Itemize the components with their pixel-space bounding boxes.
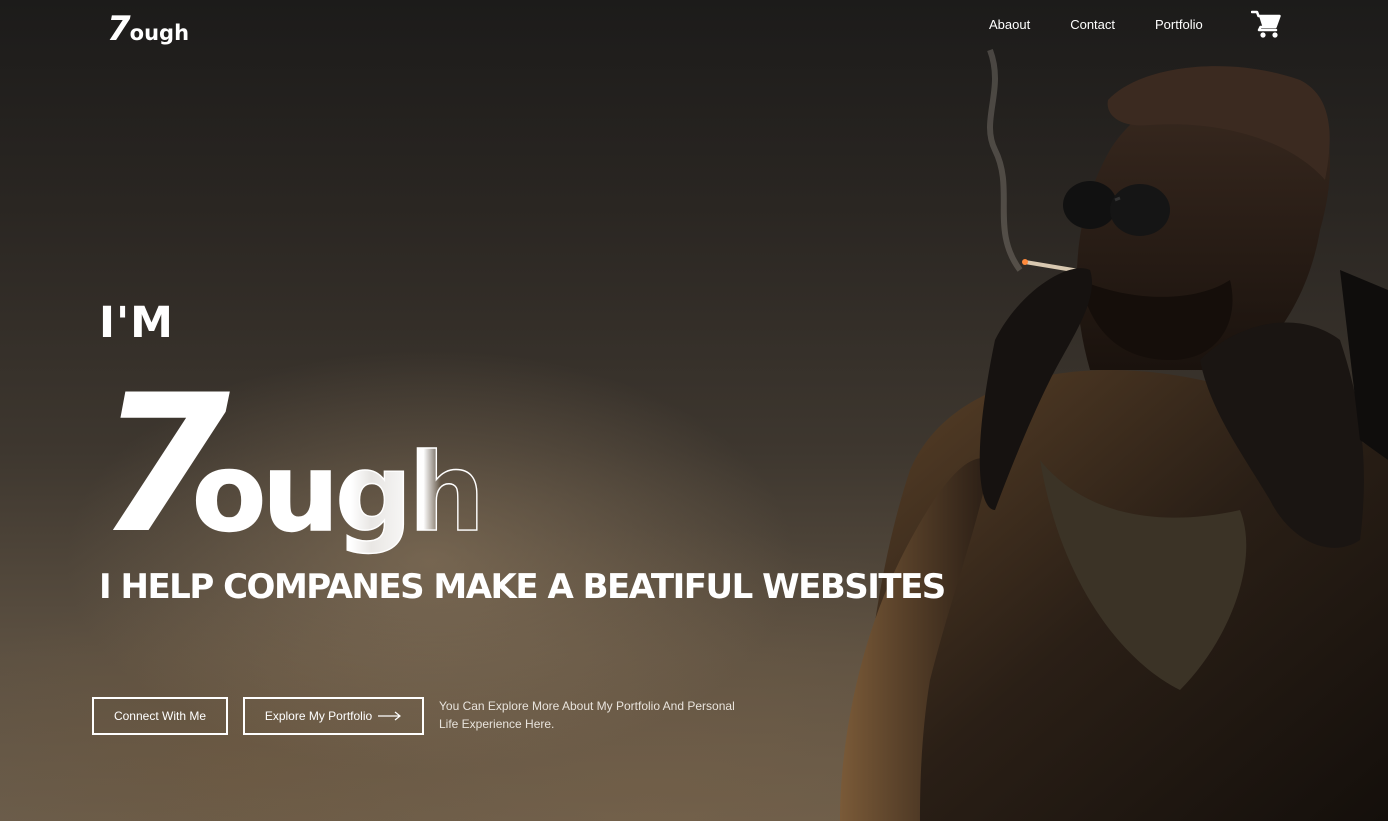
- connect-button-label: Connect With Me: [113, 709, 207, 723]
- explore-button-label: Explore My Portfolio: [264, 709, 373, 723]
- nav-link-about[interactable]: Abaout: [989, 17, 1030, 32]
- hero-page: 7 ough Abaout Contact Portfolio I'M 7 ou…: [0, 0, 1388, 821]
- logo-text: ough: [129, 21, 190, 45]
- hero-character-image: [820, 40, 1388, 821]
- hero-intro: I'M: [99, 298, 174, 348]
- hero-name-text: ough: [192, 431, 481, 556]
- connect-button[interactable]: Connect With Me: [92, 697, 228, 735]
- main-nav: Abaout Contact Portfolio: [989, 14, 1243, 34]
- hero-tagline: I HELP COMPANES MAKE A BEATIFUL WEBSITES: [99, 567, 946, 607]
- nav-link-portfolio[interactable]: Portfolio: [1155, 17, 1203, 32]
- logo[interactable]: 7 ough: [107, 8, 190, 49]
- hero-hint-text: You Can Explore More About My Portfolio …: [439, 699, 735, 731]
- hero-name: 7 ough: [96, 354, 536, 575]
- logo-number: 7: [107, 9, 131, 49]
- nav-link-contact[interactable]: Contact: [1070, 17, 1115, 32]
- explore-portfolio-button[interactable]: Explore My Portfolio: [243, 697, 424, 735]
- shopping-cart-icon[interactable]: [1250, 9, 1283, 39]
- long-arrow-right-icon: [378, 711, 402, 721]
